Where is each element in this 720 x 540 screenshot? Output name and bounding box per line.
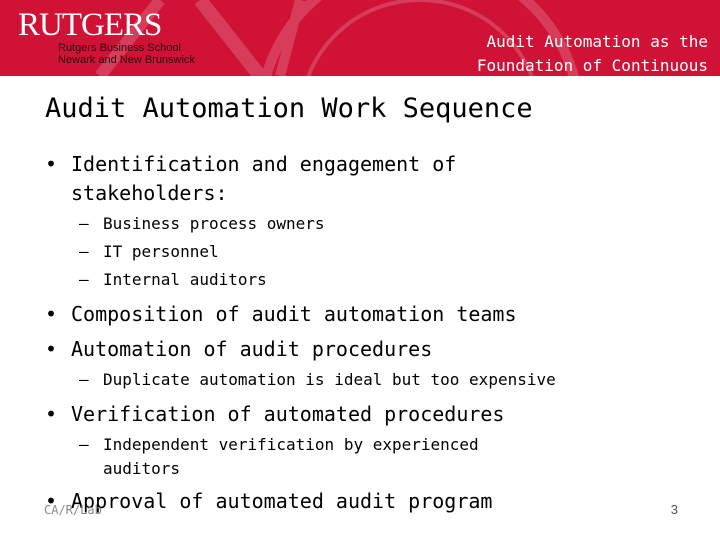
sub-bullet: – Duplicate automation is ideal but too e… [79,370,556,389]
sub-bullet-text: Business process owners [103,214,325,233]
logo-sub1: Rutgers Business School [58,42,181,54]
bullet: Composition of audit automation teams [45,300,705,329]
header-title-line2: Foundation of Continuous [476,56,708,75]
sub-bullet: – Internal auditors [79,270,267,289]
sub-bullet-text: Duplicate automation is ideal but too ex… [103,370,556,389]
sub-bullet-text: IT personnel [103,242,219,261]
header-title-line1: Audit Automation as the [486,32,708,51]
sub-bullet-text: Independent verification by experienced … [103,435,479,478]
logo-text: RUTGERS [18,7,162,43]
page-number: 3 [670,502,678,517]
logo-sub2: Newark and New Brunswick [58,54,195,66]
bullet: Approval of automated audit program [45,487,705,516]
sub-bullet: – IT personnel [79,242,219,261]
bullet: Identification and engagement of stakeho… [45,150,551,208]
slide-title: Audit Automation Work Sequence [45,93,533,124]
rutgers-logo: RUTGERS Rutgers Business School Newark a… [18,8,195,66]
sub-bullet: – Business process owners [79,214,325,233]
footer-label: CA/R/Lab [44,503,102,517]
header-title: Audit Automation as the Foundation of Con… [477,30,708,76]
header-banner: RUTGERS Rutgers Business School Newark a… [0,0,720,76]
bullet-list: Identification and engagement of stakeho… [45,150,705,516]
sub-bullet: – Independent verification by experienced… [79,435,479,478]
bullet: Verification of automated procedures [45,400,705,429]
sub-bullet-text: Internal auditors [103,270,267,289]
bullet: Automation of audit procedures [45,335,705,364]
